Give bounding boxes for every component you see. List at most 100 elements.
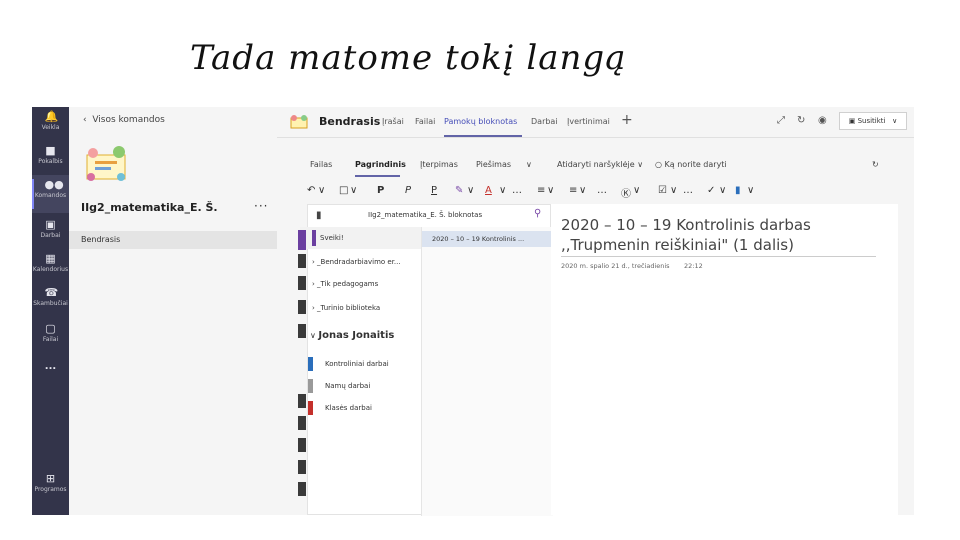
bullet-list-icon[interactable]: ≡ [537, 185, 545, 196]
ribbon-tab-draw[interactable]: Piešimas [476, 160, 511, 169]
add-tab-button[interactable]: + [621, 112, 633, 128]
lightbulb-icon: ○ [655, 160, 665, 169]
page-label: 2020 – 10 – 19 Kontrolinis ... [432, 235, 525, 243]
tab-files[interactable]: Failai [415, 117, 435, 126]
rail-label: Komandos [34, 192, 67, 199]
rail-item-assignments[interactable]: ▣ Darbai [32, 215, 69, 253]
back-to-teams-link[interactable]: ‹ Visos komandos [83, 115, 165, 125]
undo-icon[interactable]: ↶ [307, 185, 315, 196]
open-in-browser-button[interactable]: Atidaryti naršyklėje ∨ [557, 160, 643, 169]
section-strip [298, 416, 306, 430]
tag-icon[interactable]: ☑ [658, 185, 667, 196]
section-group-item[interactable]: › _Tik pedagogams [312, 273, 418, 295]
notebook-title: IIg2_matematika_E. Š. bloknotas [368, 211, 483, 219]
rail-item-calls[interactable]: ☎ Skambučiai [32, 283, 69, 321]
section-group-item[interactable]: › _Turinio biblioteka [312, 297, 418, 319]
spelling-icon[interactable]: ✓ [707, 185, 715, 196]
clipboard-icon[interactable]: □ [339, 185, 348, 196]
tell-me-label: Ką norite daryti [664, 160, 727, 169]
back-label: Visos komandos [92, 115, 165, 125]
chevron-down-icon[interactable]: ∨ [633, 185, 640, 196]
font-color-button[interactable]: A [485, 185, 492, 196]
teams-icon: ●● [44, 178, 64, 191]
section-strips [298, 228, 308, 508]
chevron-down-icon[interactable]: ∨ [579, 185, 586, 196]
section-item[interactable]: Kontroliniai darbai [308, 353, 416, 375]
team-panel: ‹ Visos komandos IIg2_matematika_E. Š. ·… [69, 107, 277, 515]
bell-icon: 🔔 [44, 110, 59, 123]
calendar-icon: ▦ [45, 252, 56, 265]
section-label: Sveiki! [320, 234, 344, 242]
styles-icon[interactable]: Ⓚ [621, 185, 631, 200]
section-color-tab [308, 357, 313, 371]
section-label: _Bendradarbiavimo er... [317, 258, 401, 266]
expand-icon[interactable]: ⤢ [777, 115, 785, 126]
section-strip [298, 276, 306, 290]
chevron-down-icon[interactable]: ∨ [747, 185, 754, 196]
bold-button[interactable]: P [377, 185, 384, 196]
section-group-item[interactable]: › _Bendradarbiavimo er... [312, 251, 418, 273]
notebook-header[interactable]: ▮ IIg2_matematika_E. Š. bloknotas ⚲ [308, 205, 552, 228]
rail-item-teams[interactable]: ●● Komandos [32, 175, 69, 213]
globe-icon[interactable]: ◉ [818, 115, 827, 126]
chevron-down-icon: ∨ [892, 117, 898, 125]
tab-posts[interactable]: Įrašai [382, 117, 404, 126]
dictate-icon[interactable]: ▮ [735, 185, 741, 196]
section-label: Namų darbai [325, 382, 371, 390]
chevron-down-icon[interactable]: ∨ [499, 185, 506, 196]
tab-grades[interactable]: Įvertinimai [567, 117, 610, 126]
refresh-icon[interactable]: ↻ [797, 115, 805, 126]
rail-label: Kalendorius [32, 266, 69, 273]
chevron-down-icon[interactable]: ∨ [467, 185, 474, 196]
rail-item-more[interactable]: ... [32, 357, 69, 395]
page-item[interactable]: 2020 – 10 – 19 Kontrolinis ... [422, 231, 553, 247]
files-icon: ▢ [45, 322, 56, 335]
section-item[interactable]: Klasės darbai [308, 397, 416, 419]
section-color-tab [312, 230, 316, 246]
numbered-list-icon[interactable]: ≡ [569, 185, 577, 196]
more-icon[interactable]: … [683, 185, 693, 196]
rail-item-calendar[interactable]: ▦ Kalendorius [32, 249, 69, 287]
tab-assignments[interactable]: Darbai [531, 117, 558, 126]
page-time: 22:12 [684, 262, 703, 270]
chevron-down-icon[interactable]: ∨ [318, 185, 325, 196]
highlighter-icon[interactable]: ✎ [455, 185, 463, 196]
rail-label: Pokalbis [38, 158, 63, 165]
chevron-down-icon[interactable]: ∨ [719, 185, 726, 196]
more-options-icon[interactable]: ··· [254, 199, 268, 213]
rail-item-chat[interactable]: ■ Pokalbis [32, 141, 69, 179]
section-strip [298, 254, 306, 268]
tab-class-notebook[interactable]: Pamokų bloknotas [444, 117, 517, 126]
page-canvas[interactable]: 2020 – 10 – 19 Kontrolinis darbas ,,Trup… [551, 204, 898, 515]
search-icon[interactable]: ⚲ [534, 208, 541, 219]
phone-icon: ☎ [44, 286, 59, 299]
tell-me-search[interactable]: ○ Ką norite daryti [655, 160, 727, 169]
section-item[interactable]: Namų darbai [308, 375, 416, 397]
section-label: Klasės darbai [325, 404, 372, 412]
chevron-down-icon[interactable]: ∨ [547, 185, 554, 196]
meet-button[interactable]: ▣ Susitikti ∨ [839, 112, 907, 130]
rail-item-files[interactable]: ▢ Failai [32, 319, 69, 357]
more-icon[interactable]: … [512, 185, 522, 196]
ribbon-tab-file[interactable]: Failas [310, 160, 332, 169]
rail-item-activity[interactable]: 🔔 Veikla [32, 107, 69, 145]
sync-icon[interactable]: ↻ [872, 160, 879, 169]
italic-button[interactable]: P [405, 185, 411, 196]
chevron-down-icon[interactable]: ∨ [526, 160, 532, 169]
ribbon-tab-home[interactable]: Pagrindinis [355, 160, 406, 169]
chevron-down-icon[interactable]: ∨ [350, 185, 357, 196]
channel-label: Bendrasis [81, 235, 121, 244]
channel-item-general[interactable]: Bendrasis [69, 231, 277, 249]
student-section-group[interactable]: ∨ Jonas Jonaitis [310, 330, 394, 341]
student-name: Jonas Jonaitis [318, 330, 395, 341]
section-label: Kontroliniai darbai [325, 360, 389, 368]
section-item[interactable]: Sveiki! [300, 227, 430, 249]
more-icon[interactable]: … [597, 185, 607, 196]
chevron-down-icon[interactable]: ∨ [670, 185, 677, 196]
ribbon-tab-insert[interactable]: Įterpimas [420, 160, 458, 169]
underline-button[interactable]: P [431, 185, 437, 196]
rail-item-apps[interactable]: ⊞ Programos [32, 469, 69, 507]
page-title[interactable]: 2020 – 10 – 19 Kontrolinis darbas ,,Trup… [561, 215, 891, 255]
team-name: IIg2_matematika_E. Š. [81, 201, 218, 214]
chat-icon: ■ [45, 144, 56, 157]
